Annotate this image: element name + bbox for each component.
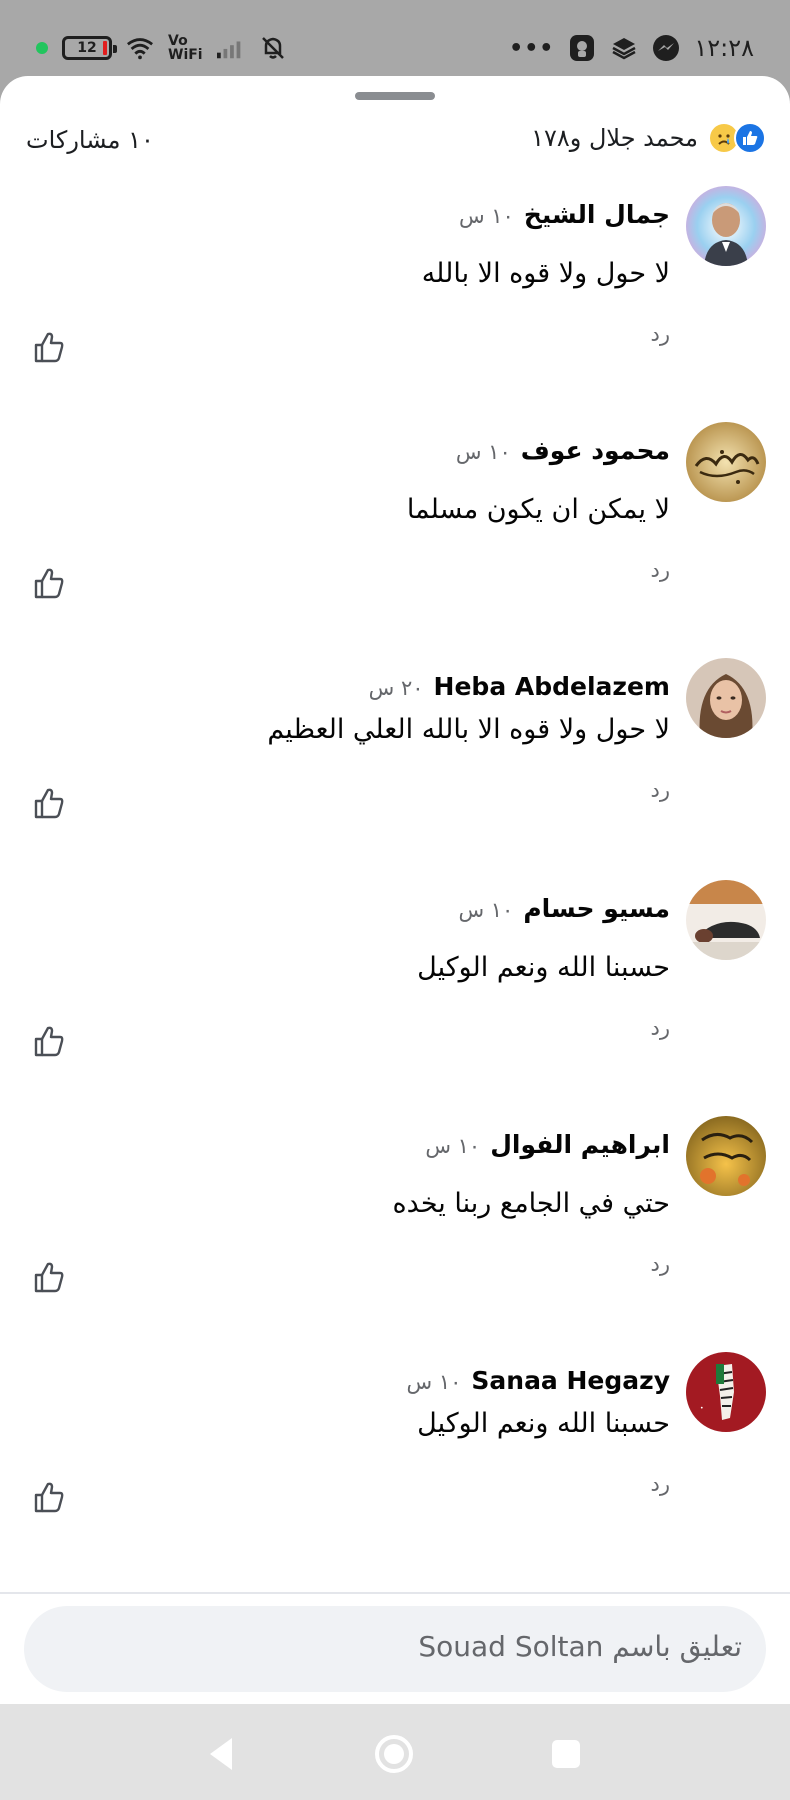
commenter-name[interactable]: مسيو حسام [523, 894, 670, 923]
signal-icon [216, 34, 245, 62]
avatar[interactable] [686, 186, 766, 266]
reply-button[interactable]: رد [651, 1472, 671, 1496]
status-right: ••• ١٢:٢٨ [509, 30, 754, 66]
comment-text: حسبنا الله ونعم الوكيل [417, 1408, 670, 1439]
thumbs-up-icon [34, 788, 64, 819]
thumbs-up-icon [34, 568, 64, 599]
comment-time: ١٠ س [425, 1134, 481, 1158]
bell-off-icon [259, 34, 287, 62]
comment-input[interactable]: تعليق باسم Souad Soltan [24, 1606, 766, 1692]
recents-icon [552, 1740, 580, 1768]
thumbs-up-icon [34, 1482, 64, 1513]
home-icon [375, 1735, 413, 1773]
comment-header: ابراهيم الفوال ١٠ س [425, 1130, 670, 1159]
status-left: 12 Vo WiFi [36, 30, 287, 66]
back-button[interactable] [200, 1732, 244, 1776]
comment-input-placeholder: تعليق باسم Souad Soltan [418, 1630, 742, 1663]
comment-text: لا يمكن ان يكون مسلما [406, 494, 670, 525]
commenter-name[interactable]: Sanaa Hegazy [471, 1366, 670, 1395]
comment-time: ٢٠ س [368, 676, 424, 700]
like-button[interactable] [32, 1024, 66, 1058]
app-notification-icon [568, 34, 596, 62]
more-notifications-icon: ••• [509, 35, 555, 61]
shares-count[interactable]: ١٠ مشاركات [26, 126, 154, 154]
reply-button[interactable]: رد [651, 778, 671, 802]
layers-icon [610, 34, 638, 62]
comment-text: لا حول ولا قوه الا بالله العلي العظيم [267, 714, 670, 745]
like-button[interactable] [32, 1260, 66, 1294]
comment-text: لا حول ولا قوه الا بالله [421, 258, 670, 289]
reply-button[interactable]: رد [651, 558, 671, 582]
like-button[interactable] [32, 566, 66, 600]
commenter-name[interactable]: جمال الشيخ [524, 200, 670, 229]
battery-icon: 12 [62, 36, 117, 60]
thumbs-up-icon [34, 1026, 64, 1057]
avatar[interactable] [686, 880, 766, 960]
vowifi-label: Vo WiFi [168, 33, 203, 63]
comment-header: جمال الشيخ ١٠ س [459, 200, 670, 229]
recents-button[interactable] [544, 1732, 588, 1776]
system-navigation-bar [0, 1704, 790, 1800]
battery-level: 12 [77, 40, 97, 56]
commenter-name[interactable]: ابراهيم الفوال [490, 1130, 670, 1159]
clock: ١٢:٢٨ [694, 34, 754, 62]
reply-button[interactable]: رد [651, 1252, 671, 1276]
like-reaction-icon [734, 122, 766, 154]
like-button[interactable] [32, 1480, 66, 1514]
drag-handle[interactable] [355, 92, 435, 100]
reactions-text: محمد جلال و١٧٨ [531, 124, 698, 152]
avatar[interactable] [686, 658, 766, 738]
comment-time: ١٠ س [458, 204, 514, 228]
commenter-name[interactable]: محمود عوف [521, 436, 670, 465]
wifi-icon [126, 34, 154, 62]
avatar[interactable] [686, 1116, 766, 1196]
composer-divider [0, 1592, 790, 1594]
comment-header: Sanaa Hegazy ١٠ س [407, 1366, 670, 1395]
comments-sheet: ١٠ مشاركات محمد جلال و١٧٨ جمال الشيخ ١٠ … [0, 76, 790, 1704]
thumbs-up-icon [34, 332, 64, 363]
comment-text: حتي في الجامع ربنا يخده [392, 1188, 671, 1219]
commenter-name[interactable]: Heba Abdelazem [434, 672, 670, 701]
avatar[interactable] [686, 422, 766, 502]
reply-button[interactable]: رد [651, 322, 671, 346]
avatar[interactable]: • [686, 1352, 766, 1432]
reactions-summary[interactable]: محمد جلال و١٧٨ [531, 122, 766, 154]
reply-button[interactable]: رد [651, 1016, 671, 1040]
comment-header: Heba Abdelazem ٢٠ س [369, 672, 670, 701]
comment-header: مسيو حسام ١٠ س [458, 894, 670, 923]
like-button[interactable] [32, 786, 66, 820]
comment-time: ١٠ س [458, 898, 514, 922]
home-button[interactable] [372, 1732, 416, 1776]
thumbs-up-icon [34, 1262, 64, 1293]
comment-time: ١٠ س [406, 1370, 462, 1394]
comment-header: محمود عوف ١٠ س [456, 436, 670, 465]
status-bar: 12 Vo WiFi ••• ١٢:٢٨ [0, 0, 790, 76]
privacy-indicator-dot [36, 42, 48, 54]
like-button[interactable] [32, 330, 66, 364]
post-reactions-bar: ١٠ مشاركات محمد جلال و١٧٨ [0, 114, 790, 174]
comment-time: ١٠ س [455, 440, 511, 464]
comment-text: حسبنا الله ونعم الوكيل [417, 952, 670, 983]
messenger-icon [652, 34, 680, 62]
svg-text:•: • [700, 1405, 704, 1412]
back-icon [210, 1738, 232, 1770]
